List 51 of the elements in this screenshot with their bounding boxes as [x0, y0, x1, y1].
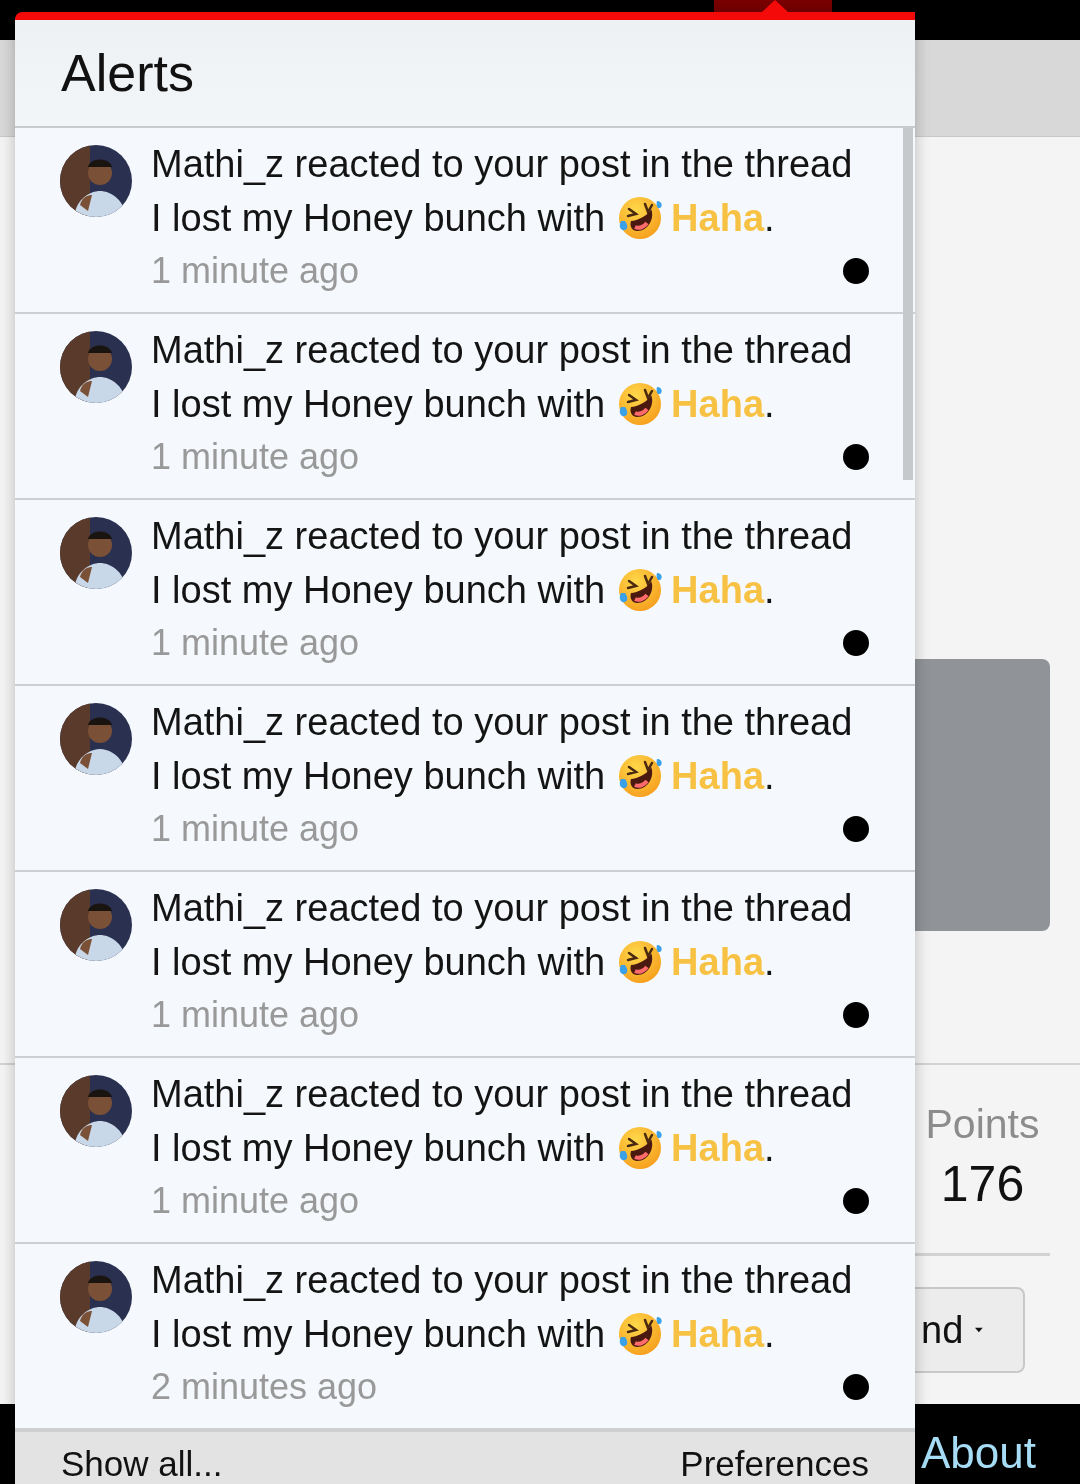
- thread-link[interactable]: I lost my Honey bunch: [151, 755, 527, 797]
- popup-title: Alerts: [61, 43, 194, 103]
- alert-time: 2 minutes ago: [151, 1365, 378, 1409]
- unread-dot[interactable]: [843, 630, 869, 656]
- alert-time: 1 minute ago: [151, 807, 360, 851]
- user-link[interactable]: Mathi_z: [151, 1259, 285, 1301]
- show-all-link[interactable]: Show all...: [61, 1444, 223, 1484]
- alert-time: 1 minute ago: [151, 621, 360, 665]
- thread-link[interactable]: I lost my Honey bunch: [151, 569, 527, 611]
- user-link[interactable]: Mathi_z: [151, 515, 285, 557]
- scrollbar[interactable]: [903, 128, 913, 480]
- unread-dot[interactable]: [843, 444, 869, 470]
- thread-link[interactable]: I lost my Honey bunch: [151, 383, 527, 425]
- laughing-emoji-icon: [617, 939, 664, 985]
- thread-link[interactable]: I lost my Honey bunch: [151, 941, 527, 983]
- dropdown-button[interactable]: nd: [915, 1287, 1025, 1373]
- user-link[interactable]: Mathi_z: [151, 887, 285, 929]
- preferences-link[interactable]: Preferences: [680, 1444, 869, 1484]
- laughing-emoji-icon: [617, 567, 664, 613]
- user-link[interactable]: Mathi_z: [151, 701, 285, 743]
- alert-time: 1 minute ago: [151, 993, 360, 1037]
- alert-text: Mathi_z reacted to your post in the thread I lost my Honey bunch with Haha.: [151, 886, 854, 987]
- nav-tab[interactable]: [714, 0, 832, 12]
- points-label: Points: [925, 1101, 1040, 1147]
- user-link[interactable]: Mathi_z: [151, 329, 285, 371]
- laughing-emoji-icon: [617, 195, 664, 241]
- thread-link[interactable]: I lost my Honey bunch: [151, 1127, 527, 1169]
- unread-dot[interactable]: [843, 1002, 869, 1028]
- unread-dot[interactable]: [843, 258, 869, 284]
- alert-text: Mathi_z reacted to your post in the thread I lost my Honey bunch with Haha.: [151, 1258, 854, 1359]
- user-link[interactable]: Mathi_z: [151, 1073, 285, 1115]
- alert-time: 1 minute ago: [151, 249, 360, 293]
- points-value: 176: [940, 1155, 1025, 1214]
- alert-text: Mathi_z reacted to your post in the thread I lost my Honey bunch with Haha.: [151, 514, 854, 615]
- laughing-emoji-icon: [617, 753, 664, 799]
- alert-time: 1 minute ago: [151, 1179, 360, 1223]
- thread-link[interactable]: I lost my Honey bunch: [151, 197, 527, 239]
- laughing-emoji-icon: [617, 1125, 664, 1171]
- alert-text: Mathi_z reacted to your post in the thread I lost my Honey bunch with Haha.: [151, 1072, 854, 1173]
- alert-time: 1 minute ago: [151, 435, 360, 479]
- user-link[interactable]: Mathi_z: [151, 143, 285, 185]
- alert-text: Mathi_z reacted to your post in the thread I lost my Honey bunch with Haha.: [151, 700, 854, 801]
- laughing-emoji-icon: [617, 1311, 664, 1357]
- laughing-emoji-icon: [617, 381, 664, 427]
- unread-dot[interactable]: [843, 816, 869, 842]
- alert-text: Mathi_z reacted to your post in the thread I lost my Honey bunch with Haha.: [151, 142, 854, 243]
- unread-dot[interactable]: [843, 1188, 869, 1214]
- about-link[interactable]: About: [921, 1428, 1036, 1478]
- thread-link[interactable]: I lost my Honey bunch: [151, 1313, 527, 1355]
- unread-dot[interactable]: [843, 1374, 869, 1400]
- alert-text: Mathi_z reacted to your post in the thread I lost my Honey bunch with Haha.: [151, 328, 854, 429]
